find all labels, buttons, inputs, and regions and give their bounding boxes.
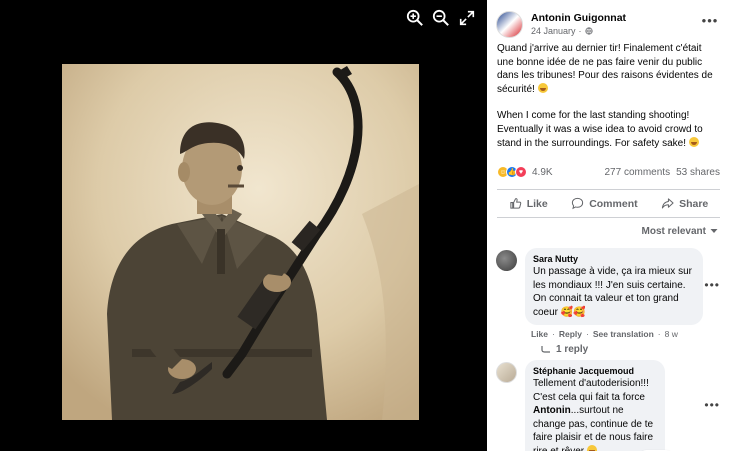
commenter-name[interactable]: Sara Nutty [533,253,695,265]
comment-more-icon[interactable]: ••• [704,398,720,412]
author-name[interactable]: Antonin Guigonnat [531,12,700,25]
comment-item: Sara Nutty Un passage à vide, ça ira mie… [487,248,730,355]
post-text-en: When I come for the last standing shooti… [497,110,703,149]
comment-sort-dropdown[interactable]: Most relevant [487,218,730,238]
like-button[interactable]: Like [509,197,548,210]
comment-bubble: Stéphanie Jacquemoud Tellement d'autoder… [525,360,673,451]
comments-count[interactable]: 277 comments [604,167,670,178]
post-text-fr: Quand j'arrive au dernier tir! Finalemen… [497,43,713,95]
zoom-in-icon[interactable] [405,8,425,28]
commenter-avatar[interactable] [496,250,517,272]
post-text: Quand j'arrive au dernier tir! Finalemen… [487,40,730,150]
post-stats: ☺ 👍 ♥ 4.9K 277 comments 53 shares [487,161,730,183]
author-avatar[interactable] [496,11,523,38]
globe-icon [584,27,593,35]
viewer-toolbar [405,8,477,28]
reaction-icons[interactable]: ☺ 👍 ♥ [497,166,527,179]
author-info: Antonin Guigonnat 24 January · [531,12,700,37]
soldier-with-curved-rifle-image [62,64,419,420]
comment-item: Stéphanie Jacquemoud Tellement d'autoder… [487,360,730,451]
comment-icon [572,198,584,210]
commenter-avatar[interactable] [496,362,517,384]
reply-arrow-icon [541,345,550,353]
love-icon: ♥ [515,166,527,179]
mentioned-name[interactable]: Antonin [533,405,571,416]
smile-emoji-icon [586,444,597,451]
comment-reply-button[interactable]: Reply [559,329,582,339]
laughing-emoji-icon [537,82,548,93]
comment-text: Un passage à vide, ça ira mieux sur les … [533,266,692,318]
chevron-down-icon [710,229,718,234]
post-actions: Like Comment Share [497,189,720,219]
share-icon [661,198,674,209]
photo-viewer [0,0,487,451]
thumbs-up-icon [510,198,521,209]
view-replies-link[interactable]: 1 reply [525,339,703,355]
comment-text: Tellement d'autoderision!!! C'est cela q… [533,377,657,451]
comment-more-icon[interactable]: ••• [704,278,720,292]
shares-count[interactable]: 53 shares [676,167,720,178]
more-horizontal-icon[interactable]: ••• [700,13,720,28]
laughing-emoji-icon [688,136,699,147]
see-translation-link[interactable]: See translation [593,329,654,339]
comment-like-button[interactable]: Like [531,329,548,339]
post-date[interactable]: 24 January [531,25,576,37]
post-header: Antonin Guigonnat 24 January · ••• [487,0,730,40]
comment-bubble: Sara Nutty Un passage à vide, ça ira mie… [525,248,703,326]
post-panel: Antonin Guigonnat 24 January · ••• Quand… [487,0,730,451]
commenter-name[interactable]: Stéphanie Jacquemoud [533,365,657,377]
post-photo[interactable] [62,64,419,420]
zoom-out-icon[interactable] [431,8,451,28]
expand-icon[interactable] [457,8,477,28]
comment-button[interactable]: Comment [571,197,638,210]
comment-tools: Like · Reply · See translation · 8 w [531,329,678,340]
comment-time[interactable]: 8 w [665,329,678,339]
share-button[interactable]: Share [661,197,708,210]
post-meta: 24 January · [531,25,700,37]
reaction-count[interactable]: 4.9K [532,167,553,178]
